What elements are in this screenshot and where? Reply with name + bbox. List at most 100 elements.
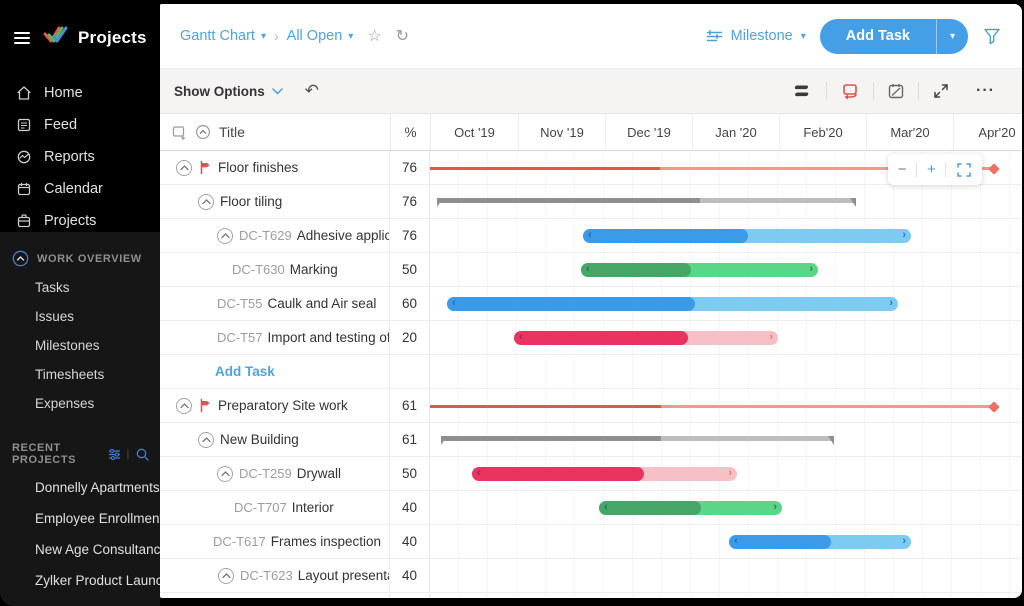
table-row: Add Task <box>160 355 1022 389</box>
task-title[interactable]: Marking <box>290 262 338 277</box>
bar-resize-right-icon[interactable]: › <box>902 230 906 241</box>
fullscreen-button[interactable] <box>919 82 963 100</box>
sidebar-nav: Home Feed Reports Calendar Projects <box>0 77 160 237</box>
view-selector-gantt[interactable]: Gantt Chart ▾ <box>180 28 266 44</box>
task-title[interactable]: Drywall <box>297 466 341 481</box>
milestone-view-selector[interactable]: Milestone ▾ <box>706 28 806 44</box>
gantt-task-bar[interactable]: ‹ › <box>729 535 911 549</box>
milestone-flag-icon <box>200 398 210 413</box>
more-options-button[interactable]: ··· <box>963 82 1008 100</box>
task-title[interactable]: Caulk and Air seal <box>268 296 377 311</box>
add-task-button[interactable]: Add Task ▾ <box>819 18 968 54</box>
sidebar-lower: WORK OVERVIEW Tasks Issues Milestones Ti… <box>0 232 160 606</box>
bar-resize-left-icon[interactable]: ‹ <box>586 264 590 275</box>
row-collapse-icon[interactable] <box>176 397 192 414</box>
sidebar-item-calendar[interactable]: Calendar <box>0 173 160 205</box>
sidebar-item-expenses[interactable]: Expenses <box>0 389 160 418</box>
gantt-task-bar[interactable]: ‹ › <box>472 467 737 481</box>
bar-resize-left-icon[interactable]: ‹ <box>588 230 592 241</box>
bar-resize-left-icon[interactable]: ‹ <box>519 332 523 343</box>
undo-icon[interactable]: ↶ <box>305 81 319 101</box>
milestone-diamond-icon[interactable] <box>988 162 1000 175</box>
gantt-task-bar[interactable]: ‹ › <box>583 229 911 243</box>
bar-resize-right-icon[interactable]: › <box>728 468 732 479</box>
filter-funnel-icon[interactable] <box>982 26 1002 46</box>
add-task-dropdown[interactable]: ▾ <box>935 18 968 54</box>
sidebar-item-timesheets[interactable]: Timesheets <box>0 360 160 389</box>
show-options-button[interactable]: Show Options <box>174 84 283 99</box>
hamburger-menu-icon[interactable] <box>14 31 30 44</box>
gantt-summary-bar[interactable] <box>437 198 856 207</box>
milestone-diamond-icon[interactable] <box>988 400 1000 413</box>
row-collapse-icon[interactable] <box>217 465 233 482</box>
bar-resize-left-icon[interactable]: ‹ <box>734 536 738 547</box>
task-title[interactable]: Preparatory Site work <box>218 398 348 413</box>
gantt-summary-bar[interactable] <box>441 436 834 445</box>
add-task-row-link[interactable]: Add Task <box>215 364 275 379</box>
sidebar-item-issues[interactable]: Issues <box>0 302 160 331</box>
row-collapse-icon[interactable] <box>176 159 192 176</box>
bar-resize-left-icon[interactable]: ‹ <box>452 298 456 309</box>
favorite-star-icon[interactable]: ☆ <box>367 26 381 46</box>
percent-column-header[interactable]: % <box>390 114 430 150</box>
gantt-table-header: Title % Oct '19 Nov '19 Dec '19 Jan '20 Feb'… <box>160 114 1022 151</box>
bar-resize-right-icon[interactable]: › <box>902 536 906 547</box>
bar-resize-right-icon[interactable]: › <box>809 264 813 275</box>
task-id: DC-T630 <box>232 262 285 277</box>
gantt-milestone-line[interactable] <box>430 400 1000 413</box>
critical-path-button[interactable] <box>827 82 873 100</box>
recent-project-item[interactable]: New Age Consultancy <box>0 534 160 565</box>
task-percent: 40 <box>390 491 430 524</box>
table-row: DC-T617 Frames inspection 40 ‹ › <box>160 525 1022 559</box>
collapse-all-icon[interactable] <box>195 124 211 140</box>
zoom-in-button[interactable]: + <box>927 162 936 177</box>
work-overview-header[interactable]: WORK OVERVIEW <box>0 232 160 273</box>
task-id: DC-T57 <box>217 330 263 345</box>
fit-to-screen-icon[interactable] <box>956 162 972 178</box>
bar-resize-right-icon[interactable]: › <box>773 502 777 513</box>
row-collapse-icon[interactable] <box>198 193 214 210</box>
zoom-out-button[interactable]: − <box>898 162 907 177</box>
search-icon[interactable] <box>135 447 150 462</box>
project-filter-icon[interactable] <box>107 447 122 462</box>
task-title[interactable]: Layout presentation <box>298 568 389 583</box>
task-title[interactable]: Adhesive application <box>297 228 389 243</box>
bar-resize-left-icon[interactable]: ‹ <box>604 502 608 513</box>
gantt-task-bar[interactable]: ‹ › <box>447 297 898 311</box>
task-title[interactable]: New Building <box>220 432 299 447</box>
sidebar-item-reports[interactable]: Reports <box>0 141 160 173</box>
table-row: DC-T57Import and testing of woo..20‹› <box>160 321 1022 355</box>
task-percent: 50 <box>390 253 430 286</box>
task-title[interactable]: Frames inspection <box>271 534 381 549</box>
bar-resize-right-icon[interactable]: › <box>769 332 773 343</box>
breadcrumb-separator: › <box>273 28 279 44</box>
sidebar-item-tasks[interactable]: Tasks <box>0 273 160 302</box>
sidebar-item-milestones[interactable]: Milestones <box>0 331 160 360</box>
recent-project-item[interactable]: Employee Enrollment <box>0 503 160 534</box>
gantt-task-bar[interactable]: ‹ › <box>514 331 778 345</box>
task-title[interactable]: Import and testing of woo.. <box>268 330 389 345</box>
sidebar-item-feed[interactable]: Feed <box>0 109 160 141</box>
task-title[interactable]: Interior <box>292 500 334 515</box>
recent-project-item[interactable]: Zylker Product Launch <box>0 565 160 596</box>
bar-resize-left-icon[interactable]: ‹ <box>477 468 481 479</box>
filter-selector-all-open[interactable]: All Open ▾ <box>287 28 354 44</box>
add-column-icon[interactable] <box>172 125 187 140</box>
task-id: DC-T259 <box>239 466 292 481</box>
sidebar-item-home[interactable]: Home <box>0 77 160 109</box>
recent-project-item[interactable]: Zylker Cofee Shop <box>0 596 160 606</box>
task-title[interactable]: Floor finishes <box>218 160 298 175</box>
task-title[interactable]: Floor tiling <box>220 194 282 209</box>
work-overview-label: WORK OVERVIEW <box>37 252 142 265</box>
exclude-weekend-button[interactable] <box>874 82 918 100</box>
title-column-header[interactable]: Title <box>219 124 245 140</box>
gantt-task-bar[interactable]: ‹ › <box>599 501 782 515</box>
bar-resize-right-icon[interactable]: › <box>889 298 893 309</box>
refresh-icon[interactable]: ↻ <box>396 26 409 46</box>
baseline-button[interactable] <box>780 83 826 99</box>
row-collapse-icon[interactable] <box>218 567 234 584</box>
gantt-task-bar[interactable]: ‹ › <box>581 263 818 277</box>
row-collapse-icon[interactable] <box>198 431 214 448</box>
row-collapse-icon[interactable] <box>217 227 233 244</box>
recent-project-item[interactable]: Donnelly Apartments <box>0 472 160 503</box>
